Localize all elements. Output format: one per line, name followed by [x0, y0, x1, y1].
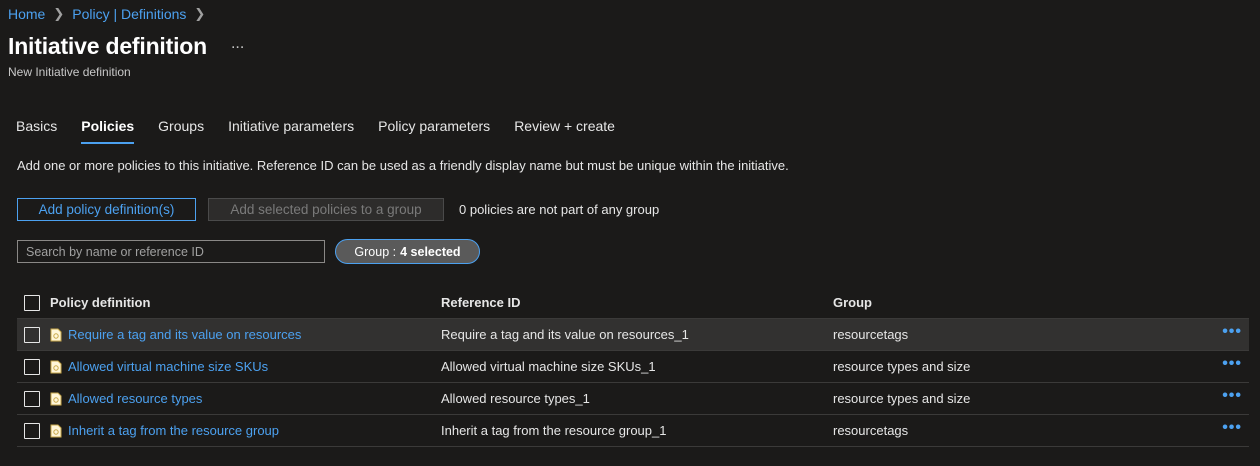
row-checkbox[interactable] — [24, 422, 40, 439]
group-filter-label: Group : — [354, 244, 397, 259]
policy-icon — [50, 328, 62, 341]
add-selected-to-group-button: Add selected policies to a group — [208, 198, 444, 221]
reference-id-cell: Allowed virtual machine size SKUs_1 — [441, 359, 656, 374]
tab-bar: Basics Policies Groups Initiative parame… — [16, 118, 639, 144]
tab-review-create[interactable]: Review + create — [514, 118, 615, 144]
row-checkbox[interactable] — [24, 390, 40, 407]
tab-initiative-parameters[interactable]: Initiative parameters — [228, 118, 354, 144]
reference-id-cell: Require a tag and its value on resources… — [441, 327, 689, 342]
policy-icon — [50, 424, 62, 437]
tab-basics[interactable]: Basics — [16, 118, 57, 144]
policy-icon — [50, 360, 62, 373]
column-header-group: Group — [833, 295, 872, 310]
group-cell: resource types and size — [833, 391, 971, 406]
more-icon[interactable]: ••• — [1222, 387, 1242, 405]
table-row[interactable]: Allowed virtual machine size SKUs Allowe… — [17, 350, 1249, 382]
reference-id-cell: Allowed resource types_1 — [441, 391, 590, 406]
column-header-policy: Policy definition — [50, 295, 151, 310]
policy-link[interactable]: Allowed virtual machine size SKUs — [68, 359, 268, 374]
group-cell: resource types and size — [833, 359, 971, 374]
row-checkbox[interactable] — [24, 358, 40, 375]
table-row[interactable]: Require a tag and its value on resources… — [17, 318, 1249, 350]
column-header-reference-id: Reference ID — [441, 295, 521, 310]
more-icon[interactable]: ... — [231, 35, 244, 53]
table-row[interactable]: Inherit a tag from the resource group In… — [17, 414, 1249, 447]
group-cell: resourcetags — [833, 327, 909, 342]
more-icon[interactable]: ••• — [1222, 323, 1242, 341]
page-subtitle: New Initiative definition — [8, 65, 131, 79]
more-icon[interactable]: ••• — [1222, 355, 1242, 373]
breadcrumb: Home ❯ Policy | Definitions ❯ — [8, 6, 213, 22]
policies-table: Policy definition Reference ID Group Req… — [17, 287, 1249, 447]
table-header: Policy definition Reference ID Group — [17, 287, 1249, 318]
chevron-right-icon: ❯ — [194, 6, 206, 21]
search-input[interactable] — [17, 240, 325, 263]
chevron-right-icon: ❯ — [53, 6, 65, 21]
action-bar: Add policy definition(s) Add selected po… — [17, 198, 659, 221]
select-all-checkbox[interactable] — [24, 294, 40, 311]
add-policy-definitions-button[interactable]: Add policy definition(s) — [17, 198, 196, 221]
reference-id-cell: Inherit a tag from the resource group_1 — [441, 423, 667, 438]
more-icon[interactable]: ••• — [1222, 419, 1242, 437]
tab-policy-parameters[interactable]: Policy parameters — [378, 118, 490, 144]
group-cell: resourcetags — [833, 423, 909, 438]
breadcrumb-policy-definitions[interactable]: Policy | Definitions — [72, 6, 186, 22]
policy-link[interactable]: Inherit a tag from the resource group — [68, 423, 279, 438]
policy-link[interactable]: Require a tag and its value on resources — [68, 327, 301, 342]
tab-groups[interactable]: Groups — [158, 118, 204, 144]
policy-link[interactable]: Allowed resource types — [68, 391, 202, 406]
title-row: Initiative definition ... — [8, 33, 244, 60]
policies-description: Add one or more policies to this initiat… — [17, 158, 789, 173]
page-title: Initiative definition — [8, 33, 207, 59]
row-checkbox[interactable] — [24, 326, 40, 343]
group-filter-pill[interactable]: Group : 4 selected — [335, 239, 480, 264]
table-row[interactable]: Allowed resource types Allowed resource … — [17, 382, 1249, 414]
policy-icon — [50, 392, 62, 405]
group-filter-value: 4 selected — [400, 244, 461, 259]
ungrouped-count-text: 0 policies are not part of any group — [459, 202, 660, 217]
breadcrumb-home[interactable]: Home — [8, 6, 45, 22]
tab-policies[interactable]: Policies — [81, 118, 134, 144]
